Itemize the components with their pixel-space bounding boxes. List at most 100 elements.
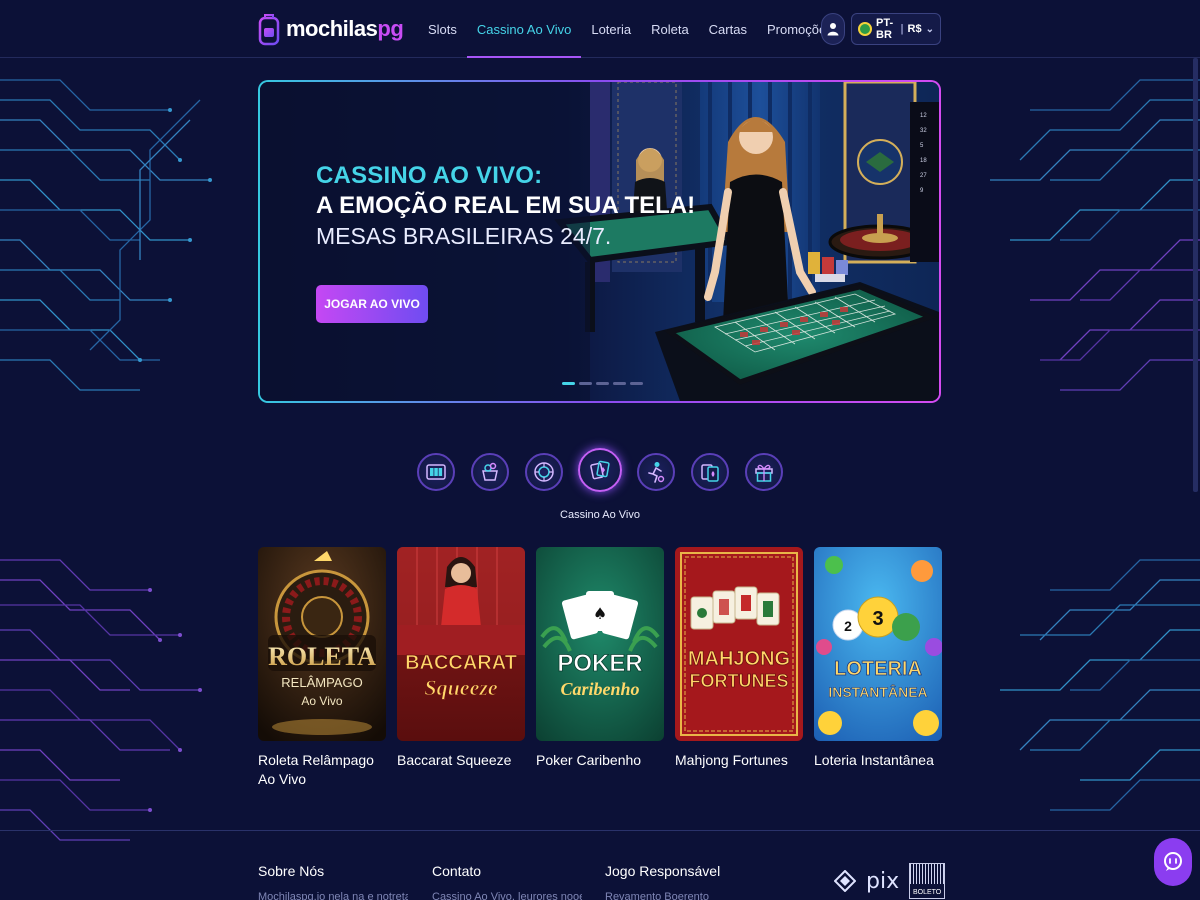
footer-heading[interactable]: Jogo Responsável (605, 863, 755, 879)
game-card-baccarat[interactable]: BACCARAT Squeeze Baccarat Squeeze (397, 547, 525, 770)
hero-title-line2: A EMOÇÃO REAL EM SUA TELA! (316, 192, 696, 219)
game-card-poker[interactable]: ♠ POKER Caribenho Poker Caribenho (536, 547, 664, 770)
roulette-game-art: ROLETA RELÂMPAGO Ao Vivo (258, 547, 386, 741)
svg-text:27: 27 (920, 173, 927, 179)
active-category-label: Cassino Ao Vivo (560, 509, 640, 521)
language-code: PT-BR (876, 17, 894, 41)
user-account-button[interactable] (821, 13, 845, 45)
chat-bubble-icon (1164, 852, 1182, 871)
footer-column-about: Sobre Nós Mochilaspg.io nela na e notret… (258, 863, 408, 900)
svg-text:3: 3 (872, 608, 883, 630)
art-text: FORTUNES (690, 671, 789, 691)
brazil-flag-icon (858, 22, 872, 36)
game-title[interactable]: Poker Caribenho (536, 751, 664, 770)
hero-title-line3: MESAS BRASILEIRAS 24/7. (316, 223, 612, 249)
game-title[interactable]: Roleta Relâmpago Ao Vivo (258, 751, 386, 789)
brand-logo[interactable]: mochilaspg (258, 11, 404, 47)
art-text: POKER (557, 650, 642, 677)
nav-cassino-ao-vivo[interactable]: Cassino Ao Vivo (466, 0, 582, 58)
user-icon (827, 23, 839, 36)
carousel-indicators (562, 382, 643, 385)
roulette-icon (534, 462, 554, 482)
carousel-dot[interactable] (579, 382, 592, 385)
svg-text:♠: ♠ (593, 604, 607, 623)
game-thumbnail[interactable]: BACCARAT Squeeze (397, 547, 525, 741)
nav-slots[interactable]: Slots (418, 0, 467, 58)
svg-text:2: 2 (844, 618, 852, 634)
carousel-dot[interactable] (596, 382, 609, 385)
gift-icon (755, 464, 773, 482)
game-card-mahjong[interactable]: MAHJONG FORTUNES Mahjong Fortunes (675, 547, 803, 770)
payment-methods: pix BOLETO (834, 863, 946, 899)
game-card-loteria[interactable]: 2 3 LOTERIA INSTANTÂNEA Loteria Instantâ… (814, 547, 942, 770)
page-scrollbar[interactable] (1193, 58, 1198, 492)
site-header: mochilaspg Slots Cassino Ao Vivo Loteria… (0, 0, 1200, 58)
game-title[interactable]: Baccarat Squeeze (397, 751, 525, 770)
lottery-pot-icon (482, 462, 498, 481)
art-text: RELÂMPAGO (281, 675, 362, 690)
footer-text: Cassino Ao Vivo, leurores nooenos (432, 891, 582, 900)
currency-code: R$ (907, 23, 922, 35)
game-grid: ROLETA RELÂMPAGO Ao Vivo Roleta Relâmpag… (258, 547, 942, 797)
hero-text-block: CASSINO AO VIVO: A EMOÇÃO REAL EM SUA TE… (316, 162, 695, 250)
category-live-casino[interactable] (578, 440, 622, 500)
art-text: Ao Vivo (301, 694, 342, 708)
footer-heading[interactable]: Sobre Nós (258, 863, 408, 879)
footer-heading[interactable]: Contato (432, 863, 582, 879)
footer-column-contact: Contato Cassino Ao Vivo, leurores nooeno… (432, 863, 582, 900)
poker-game-art: ♠ POKER Caribenho (536, 547, 664, 741)
art-text: ROLETA (268, 642, 376, 671)
boleto-logo: BOLETO (909, 863, 946, 899)
category-cards[interactable] (690, 444, 730, 500)
pix-label: pix (866, 868, 900, 894)
carousel-dot[interactable] (562, 382, 575, 385)
game-title[interactable]: Mahjong Fortunes (675, 751, 803, 770)
carousel-dot[interactable] (630, 382, 643, 385)
nav-cartas[interactable]: Cartas (699, 0, 757, 58)
nav-loteria[interactable]: Loteria (581, 0, 641, 58)
main-nav: Slots Cassino Ao Vivo Loteria Roleta Car… (418, 0, 843, 58)
backpack-logo-icon (258, 14, 280, 46)
carousel-dot[interactable] (613, 382, 626, 385)
hero-banner[interactable]: 12 32 5 18 27 9 CASSINO AO VIVO: A EMOÇÃO RE… (258, 80, 941, 403)
svg-text:32: 32 (920, 128, 927, 134)
hero-title-line1: CASSINO AO VIVO: (316, 162, 543, 189)
category-roulette[interactable] (524, 444, 564, 500)
game-card-roleta[interactable]: ROLETA RELÂMPAGO Ao Vivo Roleta Relâmpag… (258, 547, 386, 789)
game-thumbnail[interactable]: ♠ POKER Caribenho (536, 547, 664, 741)
play-live-button[interactable]: JOGAR AO VIVO (316, 285, 428, 323)
art-text: MAHJONG (688, 648, 790, 670)
category-sports[interactable] (636, 444, 676, 500)
pix-logo-icon (834, 870, 856, 892)
nav-roleta[interactable]: Roleta (641, 0, 699, 58)
game-title[interactable]: Loteria Instantânea (814, 751, 942, 770)
language-currency-selector[interactable]: PT-BR | R$ ⌄ (851, 13, 941, 45)
chat-support-button[interactable] (1154, 838, 1192, 886)
site-footer: Sobre Nós Mochilaspg.io nela na e notret… (0, 830, 1200, 900)
chevron-down-icon: ⌄ (925, 23, 934, 35)
footer-column-responsible: Jogo Responsável Revamento Boerento (605, 863, 755, 900)
sports-player-icon (648, 462, 665, 483)
game-thumbnail[interactable]: ROLETA RELÂMPAGO Ao Vivo (258, 547, 386, 741)
svg-text:12: 12 (920, 113, 927, 119)
category-lottery[interactable] (470, 444, 510, 500)
footer-text: Revamento Boerento (605, 891, 709, 900)
art-text: Caribenho (560, 679, 639, 699)
circuit-decoration-left (0, 79, 212, 841)
lottery-game-art: 2 3 LOTERIA INSTANTÂNEA (814, 547, 942, 741)
category-slots[interactable] (416, 444, 456, 500)
category-promotions[interactable] (744, 444, 784, 500)
art-text: LOTERIA (834, 658, 922, 680)
mahjong-game-art: MAHJONG FORTUNES (675, 547, 803, 741)
playing-cards-icon (701, 464, 719, 482)
game-thumbnail[interactable]: MAHJONG FORTUNES (675, 547, 803, 741)
baccarat-game-art: BACCARAT Squeeze (397, 547, 525, 741)
slot-machine-icon (426, 464, 446, 480)
brand-name: mochilaspg (286, 16, 404, 41)
art-text: BACCARAT (405, 652, 517, 674)
art-text: Squeeze (424, 675, 498, 700)
category-selector: Cassino Ao Vivo (416, 440, 786, 530)
game-thumbnail[interactable]: 2 3 LOTERIA INSTANTÂNEA (814, 547, 942, 741)
live-cards-icon (590, 460, 610, 480)
footer-text: Mochilaspg.io nela na e notreta de (258, 891, 408, 900)
